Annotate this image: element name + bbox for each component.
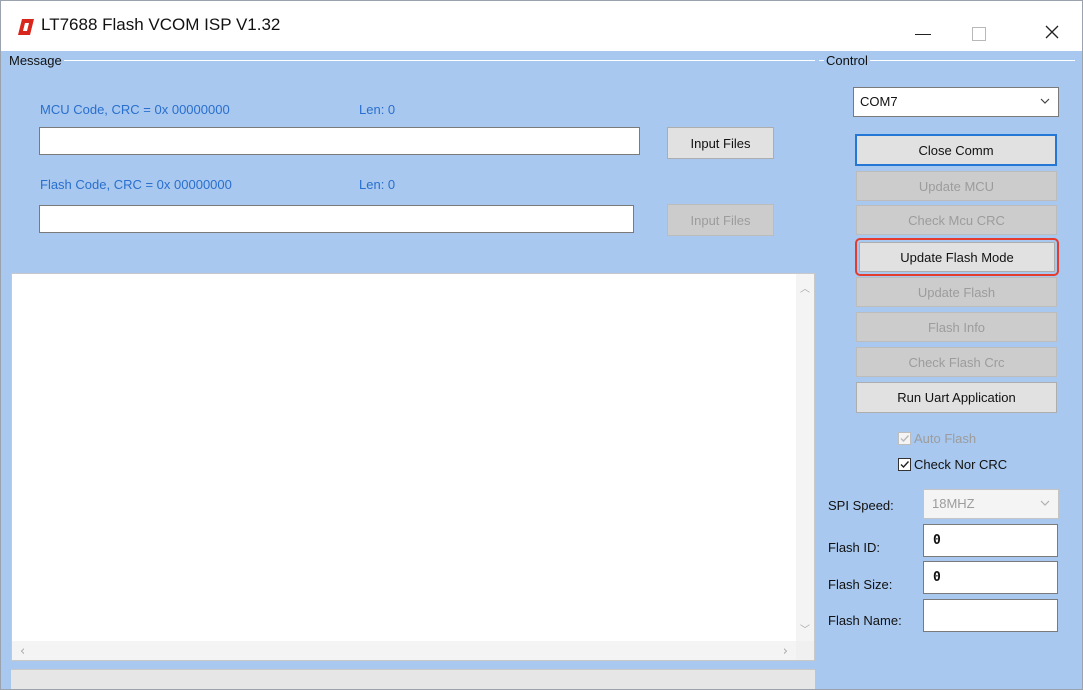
mcu-code-label: MCU Code, CRC = 0x 00000000 <box>40 102 230 117</box>
flash-id-label: Flash ID: <box>828 540 881 555</box>
scroll-down-icon[interactable]: ﹀ <box>800 621 810 636</box>
update-mcu-button[interactable]: Update MCU <box>856 171 1057 201</box>
scroll-corner <box>796 641 814 660</box>
close-icon <box>1045 25 1059 39</box>
auto-flash-label: Auto Flash <box>914 431 977 446</box>
chevron-down-icon <box>1040 98 1050 104</box>
flash-input-files-button[interactable]: Input Files <box>667 204 774 236</box>
spi-speed-select[interactable]: 18MHZ <box>923 489 1059 519</box>
flash-info-button[interactable]: Flash Info <box>856 312 1057 342</box>
message-log[interactable]: ︿ ﹀ ‹ › <box>11 273 815 661</box>
status-panel <box>11 669 815 689</box>
close-comm-button[interactable]: Close Comm <box>855 134 1057 166</box>
check-flash-crc-button[interactable]: Check Flash Crc <box>856 347 1057 377</box>
flash-code-label: Flash Code, CRC = 0x 00000000 <box>40 177 232 192</box>
update-flash-button[interactable]: Update Flash <box>856 277 1057 307</box>
check-nor-crc-label: Check Nor CRC <box>914 457 1008 472</box>
close-button[interactable] <box>1029 1 1075 51</box>
maximize-button[interactable] <box>955 1 1001 51</box>
flash-len-label: Len: 0 <box>359 177 396 192</box>
window-title: LT7688 Flash VCOM ISP V1.32 <box>41 15 281 34</box>
title-bar: LT7688 Flash VCOM ISP V1.32 <box>1 1 1082 51</box>
mcu-input-files-button[interactable]: Input Files <box>667 127 774 159</box>
flash-size-field[interactable]: 0 <box>923 561 1058 594</box>
com-port-select[interactable]: COM7 <box>853 87 1059 117</box>
message-group-border <box>9 60 815 61</box>
control-group-label: Control <box>824 53 870 68</box>
check-nor-crc-check-icon <box>898 458 911 471</box>
spi-speed-label: SPI Speed: <box>828 498 894 513</box>
message-group-label: Message <box>7 53 64 68</box>
mcu-len-label: Len: 0 <box>359 102 396 117</box>
flash-name-label: Flash Name: <box>828 613 902 628</box>
auto-flash-checkbox[interactable]: Auto Flash <box>898 431 976 446</box>
minimize-button[interactable] <box>899 1 945 51</box>
check-nor-crc-checkbox[interactable]: Check Nor CRC <box>898 457 1007 472</box>
app-logo-icon <box>18 19 34 35</box>
flash-size-label: Flash Size: <box>828 577 893 592</box>
spi-speed-value: 18MHZ <box>932 496 975 511</box>
vertical-scrollbar[interactable]: ︿ ﹀ <box>796 274 814 642</box>
com-port-value: COM7 <box>860 94 898 109</box>
horizontal-scrollbar[interactable]: ‹ › <box>12 641 796 660</box>
flash-file-input[interactable] <box>39 205 634 233</box>
flash-id-field[interactable]: 0 <box>923 524 1058 557</box>
scroll-right-icon[interactable]: › <box>783 644 788 659</box>
chevron-down-icon <box>1040 500 1050 506</box>
mcu-file-input[interactable] <box>39 127 640 155</box>
check-mcu-crc-button[interactable]: Check Mcu CRC <box>856 205 1057 235</box>
scroll-left-icon[interactable]: ‹ <box>20 644 25 659</box>
scroll-up-icon[interactable]: ︿ <box>800 280 810 295</box>
auto-flash-check-icon <box>898 432 911 445</box>
run-uart-application-button[interactable]: Run Uart Application <box>856 382 1057 413</box>
update-flash-mode-button[interactable]: Update Flash Mode <box>855 238 1059 276</box>
app-window: LT7688 Flash VCOM ISP V1.32 Message MCU … <box>0 0 1083 690</box>
flash-name-field[interactable] <box>923 599 1058 632</box>
